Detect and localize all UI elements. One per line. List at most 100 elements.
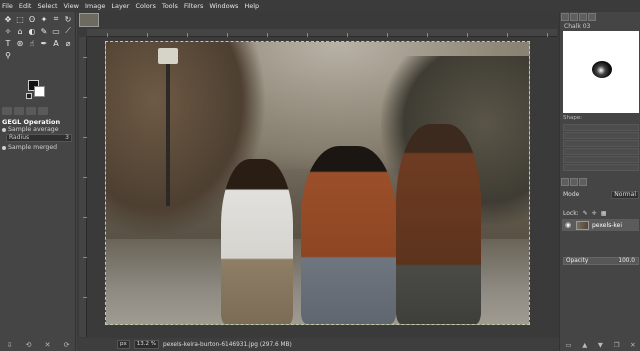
layers-tabs [561, 178, 640, 187]
new-layer-icon[interactable]: ▭ [565, 341, 571, 349]
lock-row: Lock: ✎ ✛ ▦ [563, 210, 606, 217]
fonts-tab[interactable] [579, 13, 587, 21]
brush-preview[interactable] [563, 31, 639, 113]
menu-edit[interactable]: Edit [19, 2, 32, 10]
documents-tab[interactable] [588, 13, 596, 21]
paintbrush-tool-icon[interactable]: ✎ [38, 25, 50, 37]
checkbox-icon [2, 145, 6, 150]
zoom-select[interactable]: 13.2 % [133, 340, 159, 349]
status-bar: px 13.2 % pexels-keira-burton-6146931.jp… [77, 338, 559, 351]
layer-mode-row: Mode Normal [563, 190, 639, 199]
lock-position-icon[interactable]: ✛ [592, 210, 597, 217]
menu-image[interactable]: Image [85, 2, 105, 10]
canvas-area [77, 12, 559, 338]
tool-options-title: GEGL Operation [2, 118, 61, 126]
person-left [221, 159, 293, 324]
sample-average-option[interactable]: Sample average [2, 126, 59, 133]
image-tab-thumbnail[interactable] [79, 13, 99, 27]
warp-tool-icon[interactable]: ✧ [2, 25, 14, 37]
tool-options-tab[interactable] [2, 107, 12, 115]
menu-tools[interactable]: Tools [162, 2, 178, 10]
horizontal-ruler[interactable] [87, 29, 557, 37]
crop-tool-icon[interactable]: ⌗ [50, 13, 62, 25]
background-color[interactable] [34, 86, 45, 97]
sample-merged-option[interactable]: Sample merged [2, 144, 57, 151]
paths-tab[interactable] [579, 178, 587, 186]
raise-layer-icon[interactable]: ▲ [582, 341, 587, 349]
person-middle [301, 146, 396, 324]
opacity-label: Opacity [566, 258, 589, 264]
right-dock: Chalk 03 Shape: Mode Normal Lock: ✎ ✛ ▦ … [559, 12, 640, 351]
menu-view[interactable]: View [64, 2, 79, 10]
path-tool-icon[interactable]: ✒ [38, 37, 50, 49]
menu-file[interactable]: File [2, 2, 13, 10]
move-tool-icon[interactable]: ✥ [2, 13, 14, 25]
images-tab[interactable] [38, 107, 48, 115]
opacity-value: 100.0 [618, 258, 635, 264]
radius-label: Radius [9, 134, 30, 141]
lasso-tool-icon[interactable]: ʘ [26, 13, 38, 25]
restore-options-icon[interactable]: ⟲ [26, 341, 32, 349]
menu-layer[interactable]: Layer [111, 2, 129, 10]
smudge-tool-icon[interactable]: ☝ [26, 37, 38, 49]
fuzzy-select-tool-icon[interactable]: ✦ [38, 13, 50, 25]
mode-select[interactable]: Normal [611, 190, 639, 199]
chalk-brush-icon [592, 61, 612, 78]
reset-colors-icon[interactable] [26, 93, 32, 99]
lock-label: Lock: [563, 210, 579, 217]
shape-label: Shape: [563, 115, 583, 121]
undo-history-tab[interactable] [26, 107, 36, 115]
fill-tool-icon[interactable]: ◐ [26, 25, 38, 37]
rotate-tool-icon[interactable]: ↻ [62, 13, 74, 25]
visibility-eye-icon[interactable]: ◉ [565, 222, 573, 229]
menu-select[interactable]: Select [37, 2, 57, 10]
layers-footer: ▭ ▲ ▼ ❐ ✕ [560, 339, 640, 351]
zoom-tool-icon[interactable]: ⚲ [2, 49, 14, 61]
radius-spinner[interactable]: Radius 3 [6, 134, 72, 142]
lock-pixels-icon[interactable]: ✎ [583, 210, 588, 217]
channels-tab[interactable] [570, 178, 578, 186]
color-swatches[interactable] [26, 78, 48, 100]
radius-value: 3 [65, 134, 69, 141]
layer-row[interactable]: ◉ pexels-kei [562, 219, 639, 231]
delete-options-icon[interactable]: ✕ [45, 341, 51, 349]
layers-tab[interactable] [561, 178, 569, 186]
text-a-tool-icon[interactable]: A [50, 37, 62, 49]
clone-tool-icon[interactable]: ⊛ [14, 37, 26, 49]
rect-select-tool-icon[interactable]: ⬚ [14, 13, 26, 25]
color-picker-tool-icon[interactable]: ⌀ [62, 37, 74, 49]
brushes-tab[interactable] [561, 13, 569, 21]
patterns-tab[interactable] [570, 13, 578, 21]
opacity-slider[interactable]: Opacity 100.0 [563, 257, 639, 265]
layer-thumbnail [576, 220, 589, 230]
unit-select[interactable]: px [117, 340, 130, 349]
brush-editor-rows [563, 124, 639, 172]
menu-help[interactable]: Help [244, 2, 259, 10]
save-options-icon[interactable]: ⇩ [7, 341, 13, 349]
lower-layer-icon[interactable]: ▼ [598, 341, 603, 349]
duplicate-layer-icon[interactable]: ❐ [614, 341, 620, 349]
menu-colors[interactable]: Colors [135, 2, 155, 10]
cage-tool-icon[interactable]: ⌂ [14, 25, 26, 37]
lock-alpha-icon[interactable]: ▦ [601, 210, 607, 217]
tool-options-tabs [0, 107, 76, 116]
street-lamp [166, 56, 170, 206]
sample-merged-label: Sample merged [8, 144, 58, 151]
text-tool-icon[interactable]: T [2, 37, 14, 49]
delete-layer-icon[interactable]: ✕ [630, 341, 635, 349]
reset-options-icon[interactable]: ⟳ [64, 341, 70, 349]
brush-name: Chalk 03 [564, 23, 591, 30]
mode-label: Mode [563, 191, 580, 198]
menu-filters[interactable]: Filters [184, 2, 203, 10]
airbrush-tool-icon[interactable]: ⟋ [62, 25, 74, 37]
vertical-ruler[interactable] [79, 37, 87, 337]
eraser-tool-icon[interactable]: ▭ [50, 25, 62, 37]
image-canvas[interactable] [105, 41, 530, 325]
menu-windows[interactable]: Windows [209, 2, 238, 10]
layer-name: pexels-kei [592, 221, 623, 229]
person-right [396, 124, 481, 324]
menu-bar: File Edit Select View Image Layer Colors… [0, 0, 640, 12]
device-status-tab[interactable] [14, 107, 24, 115]
tool-grid: ✥ ⬚ ʘ ✦ ⌗ ↻ ✧ ⌂ ◐ ✎ ▭ ⟋ T ⊛ ☝ ✒ A ⌀ ⚲ [2, 13, 74, 61]
sample-average-label: Sample average [8, 126, 59, 133]
